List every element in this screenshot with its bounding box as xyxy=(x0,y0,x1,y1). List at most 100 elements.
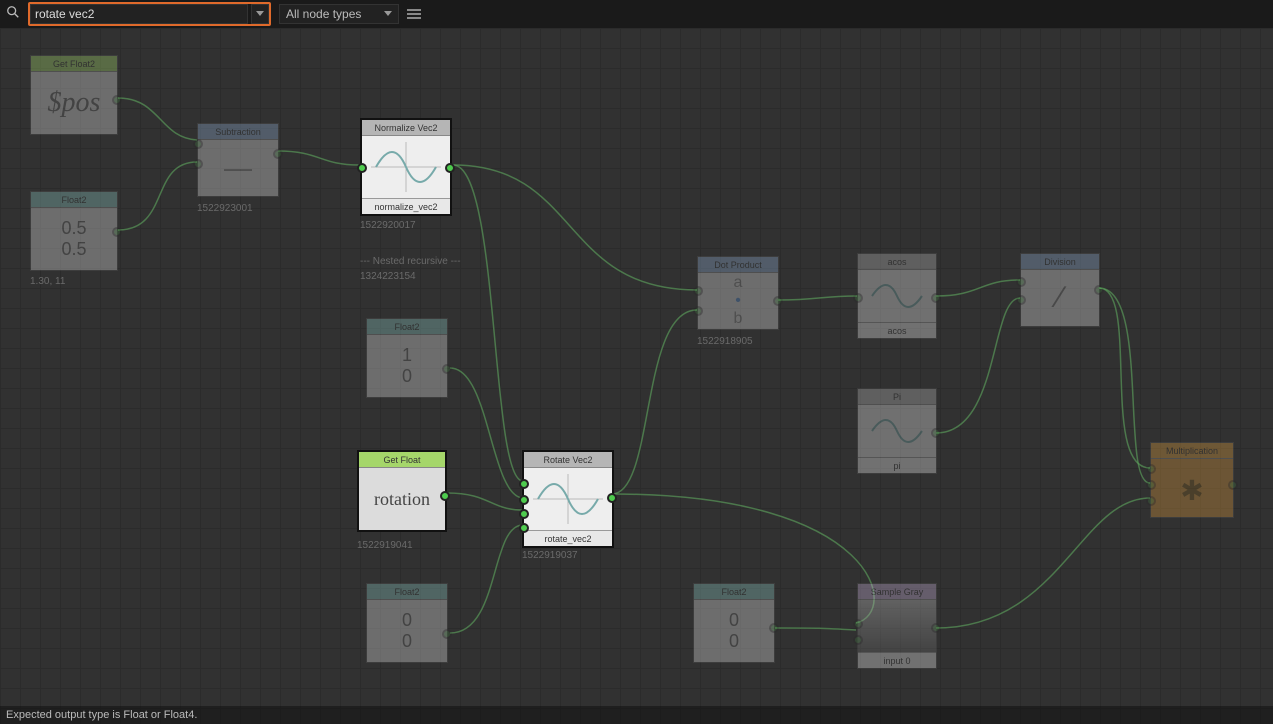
input-port[interactable] xyxy=(1016,295,1026,305)
field-value-1: 0 xyxy=(402,610,412,631)
node-title: Normalize Vec2 xyxy=(362,120,450,136)
nested-id: 1324223154 xyxy=(360,271,416,282)
node-rotate-vec2[interactable]: Rotate Vec2 rotate_vec2 xyxy=(522,450,614,548)
input-port[interactable] xyxy=(1016,277,1026,287)
search-box-highlight xyxy=(28,2,271,26)
output-port[interactable] xyxy=(931,623,941,633)
input-port[interactable] xyxy=(853,635,863,645)
node-get-float2-pos[interactable]: Get Float2 $pos xyxy=(30,55,118,135)
node-title: Rotate Vec2 xyxy=(524,452,612,468)
output-port[interactable] xyxy=(773,296,783,306)
output-port[interactable] xyxy=(1094,285,1104,295)
node-title: acos xyxy=(858,254,936,270)
output-port[interactable] xyxy=(769,623,779,633)
output-port[interactable] xyxy=(442,629,452,639)
node-footer: pi xyxy=(858,457,936,473)
node-meta: 1.30, 11 xyxy=(30,276,65,287)
node-float2-a[interactable]: Float2 0.5 0.5 xyxy=(30,191,118,271)
node-pi[interactable]: Pi pi xyxy=(857,388,937,474)
node-title: Division xyxy=(1021,254,1099,270)
node-type-filter[interactable]: All node types xyxy=(279,4,399,24)
input-port[interactable] xyxy=(193,159,203,169)
input-port[interactable] xyxy=(519,479,529,489)
node-type-filter-label: All node types xyxy=(286,7,361,21)
sine-icon xyxy=(371,142,441,192)
node-title: Sample Gray xyxy=(858,584,936,600)
node-title: Float2 xyxy=(367,319,447,335)
toolbar: All node types xyxy=(0,0,1273,28)
node-dot-product[interactable]: Dot Product a•b xyxy=(697,256,779,330)
asterisk-icon: ✱ xyxy=(1151,459,1233,517)
input-port[interactable] xyxy=(853,293,863,303)
field-value-1: 0.5 xyxy=(61,218,86,239)
node-get-float-rotation[interactable]: Get Float rotation xyxy=(357,450,447,532)
search-icon xyxy=(6,5,20,24)
menu-icon[interactable] xyxy=(407,9,421,19)
node-title: Dot Product xyxy=(698,257,778,273)
gradient-swatch xyxy=(858,600,936,652)
sine-icon xyxy=(867,411,927,451)
input-port[interactable] xyxy=(519,523,529,533)
input-port[interactable] xyxy=(519,509,529,519)
node-graph-canvas[interactable]: Get Float2 $pos Float2 0.5 0.5 1.30, 11 … xyxy=(0,28,1273,724)
node-float2-c[interactable]: Float2 0 0 xyxy=(366,583,448,663)
search-dropdown-button[interactable] xyxy=(251,4,269,24)
node-footer: rotate_vec2 xyxy=(524,530,612,546)
node-multiplication[interactable]: Multiplication ✱ xyxy=(1150,442,1234,518)
search-input[interactable] xyxy=(30,4,248,24)
output-port[interactable] xyxy=(607,493,617,503)
node-normalize-vec2[interactable]: Normalize Vec2 normalize_vec2 xyxy=(360,118,452,216)
output-port[interactable] xyxy=(112,95,122,105)
field-value-2: 0 xyxy=(402,631,412,652)
input-port[interactable] xyxy=(193,139,203,149)
node-title: Pi xyxy=(858,389,936,405)
input-port[interactable] xyxy=(693,286,703,296)
output-port[interactable] xyxy=(931,428,941,438)
node-meta: 1522919041 xyxy=(357,540,413,551)
status-bar: Expected output type is Float or Float4. xyxy=(0,706,1273,724)
nested-label: --- Nested recursive --- xyxy=(360,256,461,267)
node-title: Get Float2 xyxy=(31,56,117,72)
node-acos[interactable]: acos acos xyxy=(857,253,937,339)
node-footer: acos xyxy=(858,322,936,338)
output-port[interactable] xyxy=(442,364,452,374)
minus-icon: — xyxy=(198,140,278,196)
field-value-2: 0.5 xyxy=(61,239,86,260)
node-footer: normalize_vec2 xyxy=(362,198,450,214)
node-title: Float2 xyxy=(694,584,774,600)
node-float2-b[interactable]: Float2 1 0 xyxy=(366,318,448,398)
field-value-2: 0 xyxy=(729,631,739,652)
node-title: Float2 xyxy=(367,584,447,600)
node-meta: 1522918905 xyxy=(697,336,753,347)
dot-product-icon: a•b xyxy=(698,273,778,329)
input-port[interactable] xyxy=(1146,464,1156,474)
node-title: Float2 xyxy=(31,192,117,208)
input-port[interactable] xyxy=(1146,496,1156,506)
input-port[interactable] xyxy=(853,619,863,629)
output-port[interactable] xyxy=(931,293,941,303)
sine-icon xyxy=(867,276,927,316)
output-port[interactable] xyxy=(112,227,122,237)
node-sample-gray[interactable]: Sample Gray input 0 xyxy=(857,583,937,669)
input-port[interactable] xyxy=(1146,480,1156,490)
slash-icon: ∕ xyxy=(1021,270,1099,326)
node-float2-d[interactable]: Float2 0 0 xyxy=(693,583,775,663)
field-value-1: 0 xyxy=(729,610,739,631)
output-port[interactable] xyxy=(273,149,283,159)
node-meta: 1522919037 xyxy=(522,550,578,561)
input-port[interactable] xyxy=(357,163,367,173)
node-body: $pos xyxy=(31,72,117,134)
chevron-down-icon xyxy=(384,11,392,17)
output-port[interactable] xyxy=(440,491,450,501)
node-title: Multiplication xyxy=(1151,443,1233,459)
node-subtraction[interactable]: Subtraction — xyxy=(197,123,279,197)
output-port[interactable] xyxy=(1228,480,1238,490)
node-division[interactable]: Division ∕ xyxy=(1020,253,1100,327)
field-value-1: 1 xyxy=(402,345,412,366)
node-title: Subtraction xyxy=(198,124,278,140)
node-meta: 1522920017 xyxy=(360,220,416,231)
input-port[interactable] xyxy=(519,495,529,505)
output-port[interactable] xyxy=(445,163,455,173)
input-port[interactable] xyxy=(693,306,703,316)
node-title: Get Float xyxy=(359,452,445,468)
